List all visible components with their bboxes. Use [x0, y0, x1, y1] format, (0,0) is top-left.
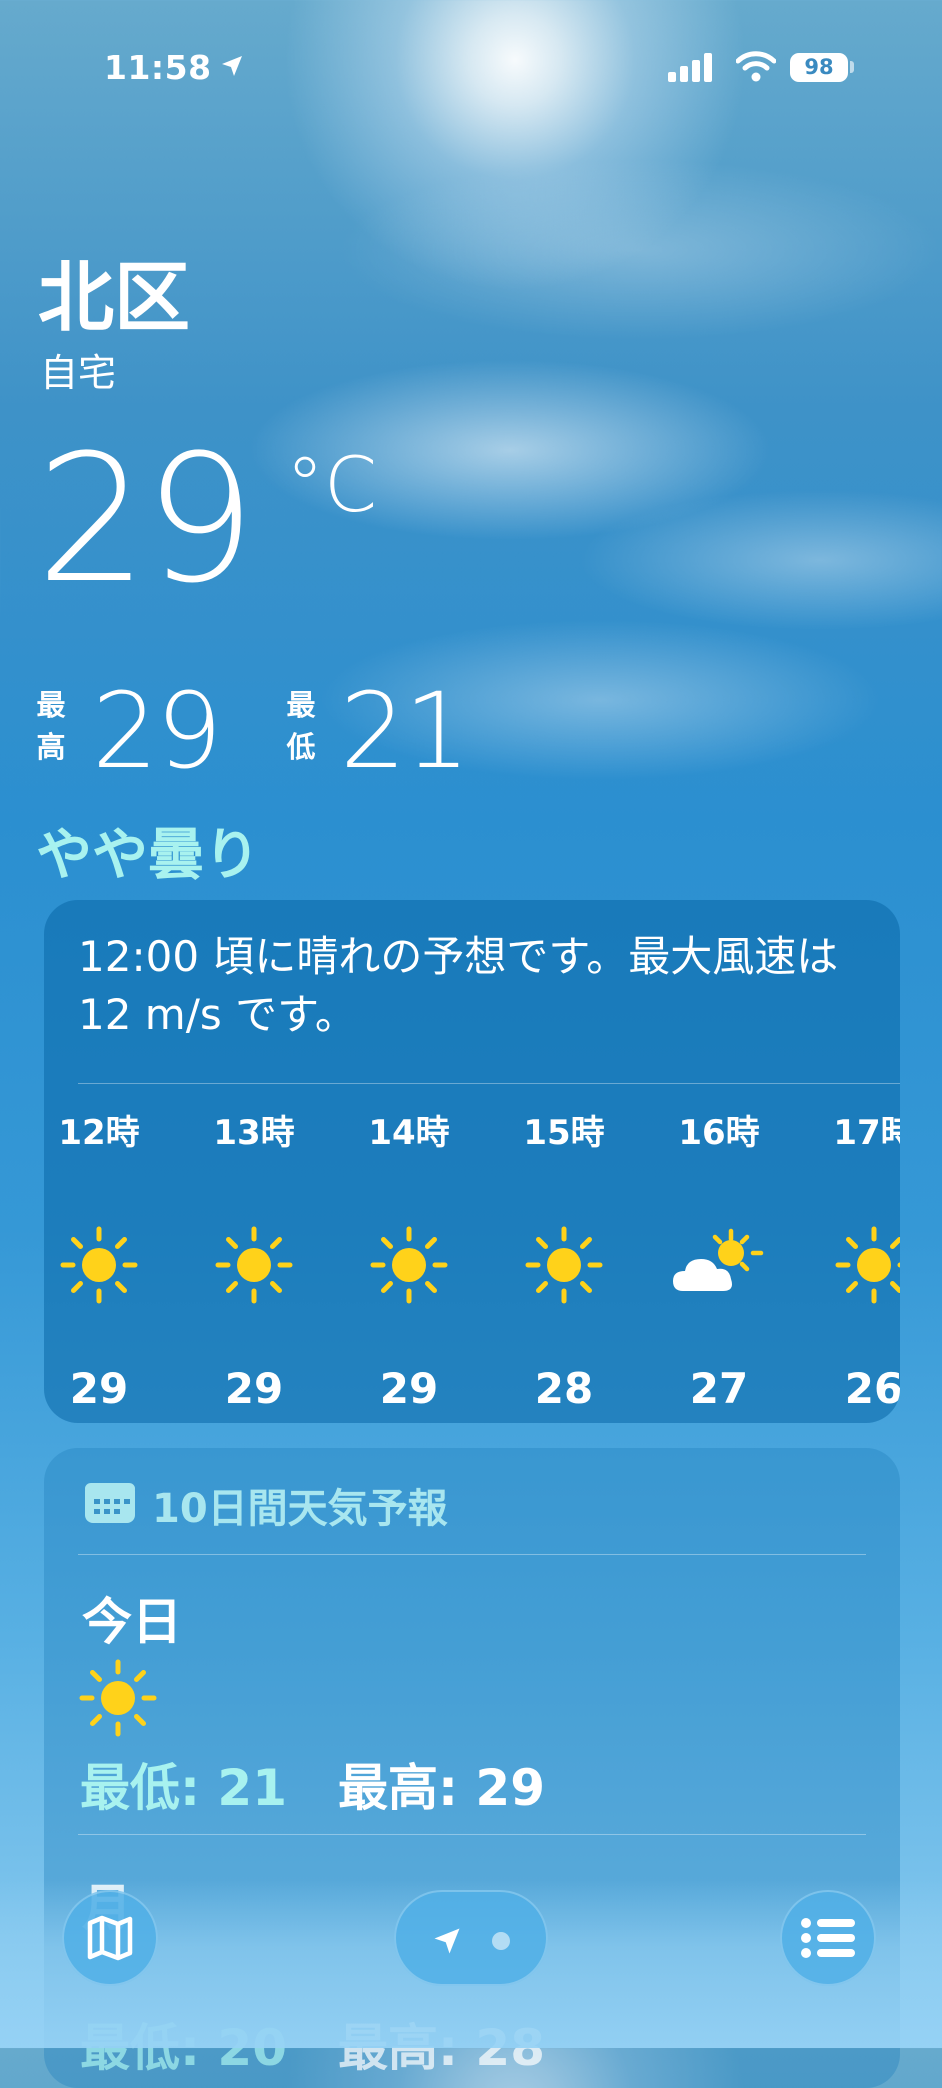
calendar-icon: [84, 1482, 136, 1528]
hourly-item: 16時 27: [664, 1105, 774, 1413]
hour-temperature: 29: [224, 1364, 284, 1413]
today-high: 最高: 29: [338, 1759, 545, 1817]
partly-cloudy-icon: [664, 1220, 774, 1310]
hourly-item: 12時 29: [44, 1105, 154, 1413]
location-arrow-icon: [220, 54, 244, 82]
hour-label: 12時: [58, 1113, 140, 1153]
sun-icon: [78, 1658, 158, 1742]
hour-temperature: 27: [689, 1364, 749, 1413]
current-location-arrow-icon: [432, 1926, 462, 1960]
hourly-forecast-card[interactable]: 12:00 頃に晴れの予想です。最大風速は 12 m/s です。 12時 29 13…: [44, 900, 900, 1423]
hour-label: 15時: [523, 1113, 605, 1153]
battery-tip: [850, 61, 854, 73]
wifi-icon: [735, 50, 777, 86]
sun-icon: [819, 1220, 900, 1310]
map-icon: [87, 1915, 133, 1961]
card-divider: [78, 1554, 866, 1555]
hourly-strip[interactable]: 12時 29 13時 29 14時 29 15時 28 16時 27 17時 26: [44, 1105, 900, 1413]
hourly-item: 14時 29: [354, 1105, 464, 1413]
card-divider: [78, 1083, 900, 1084]
map-button[interactable]: [62, 1890, 158, 1986]
sun-icon: [509, 1220, 619, 1310]
weather-condition: やや曇り: [36, 823, 260, 888]
location-subtitle: 自宅: [40, 351, 117, 395]
current-temperature: 29: [36, 417, 256, 622]
status-time: 11:58: [104, 48, 212, 87]
hourly-item: 17時 26: [819, 1105, 900, 1413]
temperature-unit: °C: [286, 440, 378, 529]
hourly-item: 15時 28: [509, 1105, 619, 1413]
hour-temperature: 29: [379, 1364, 439, 1413]
sun-icon: [44, 1220, 154, 1310]
hourly-item: 13時 29: [199, 1105, 309, 1413]
low-temperature: 21: [340, 670, 470, 792]
low-label: 最低: [286, 688, 316, 764]
sun-icon: [354, 1220, 464, 1310]
hour-temperature: 29: [69, 1364, 129, 1413]
ten-day-title: 10日間天気予報: [152, 1486, 448, 1532]
page-dot: [492, 1932, 510, 1950]
location-list-button[interactable]: [780, 1890, 876, 1986]
hour-label: 16時: [678, 1113, 760, 1153]
battery-indicator: 98: [790, 53, 848, 82]
day-name-today: 今日: [82, 1593, 182, 1651]
hour-label: 17時: [833, 1113, 900, 1153]
list-icon: [801, 1918, 855, 1958]
hour-label: 14時: [368, 1113, 450, 1153]
hour-temperature: 28: [534, 1364, 594, 1413]
hour-temperature: 26: [844, 1364, 900, 1413]
forecast-summary: 12:00 頃に晴れの予想です。最大風速は 12 m/s です。: [78, 932, 839, 1039]
hour-label: 13時: [213, 1113, 295, 1153]
cellular-signal-icon: [668, 52, 714, 82]
high-temperature: 29: [92, 670, 222, 792]
sun-icon: [199, 1220, 309, 1310]
card-divider: [78, 1834, 866, 1835]
high-label: 最高: [36, 688, 66, 764]
today-low: 最低: 21: [80, 1759, 287, 1817]
city-name: 北区: [38, 253, 190, 342]
page-indicator[interactable]: [394, 1890, 548, 1986]
